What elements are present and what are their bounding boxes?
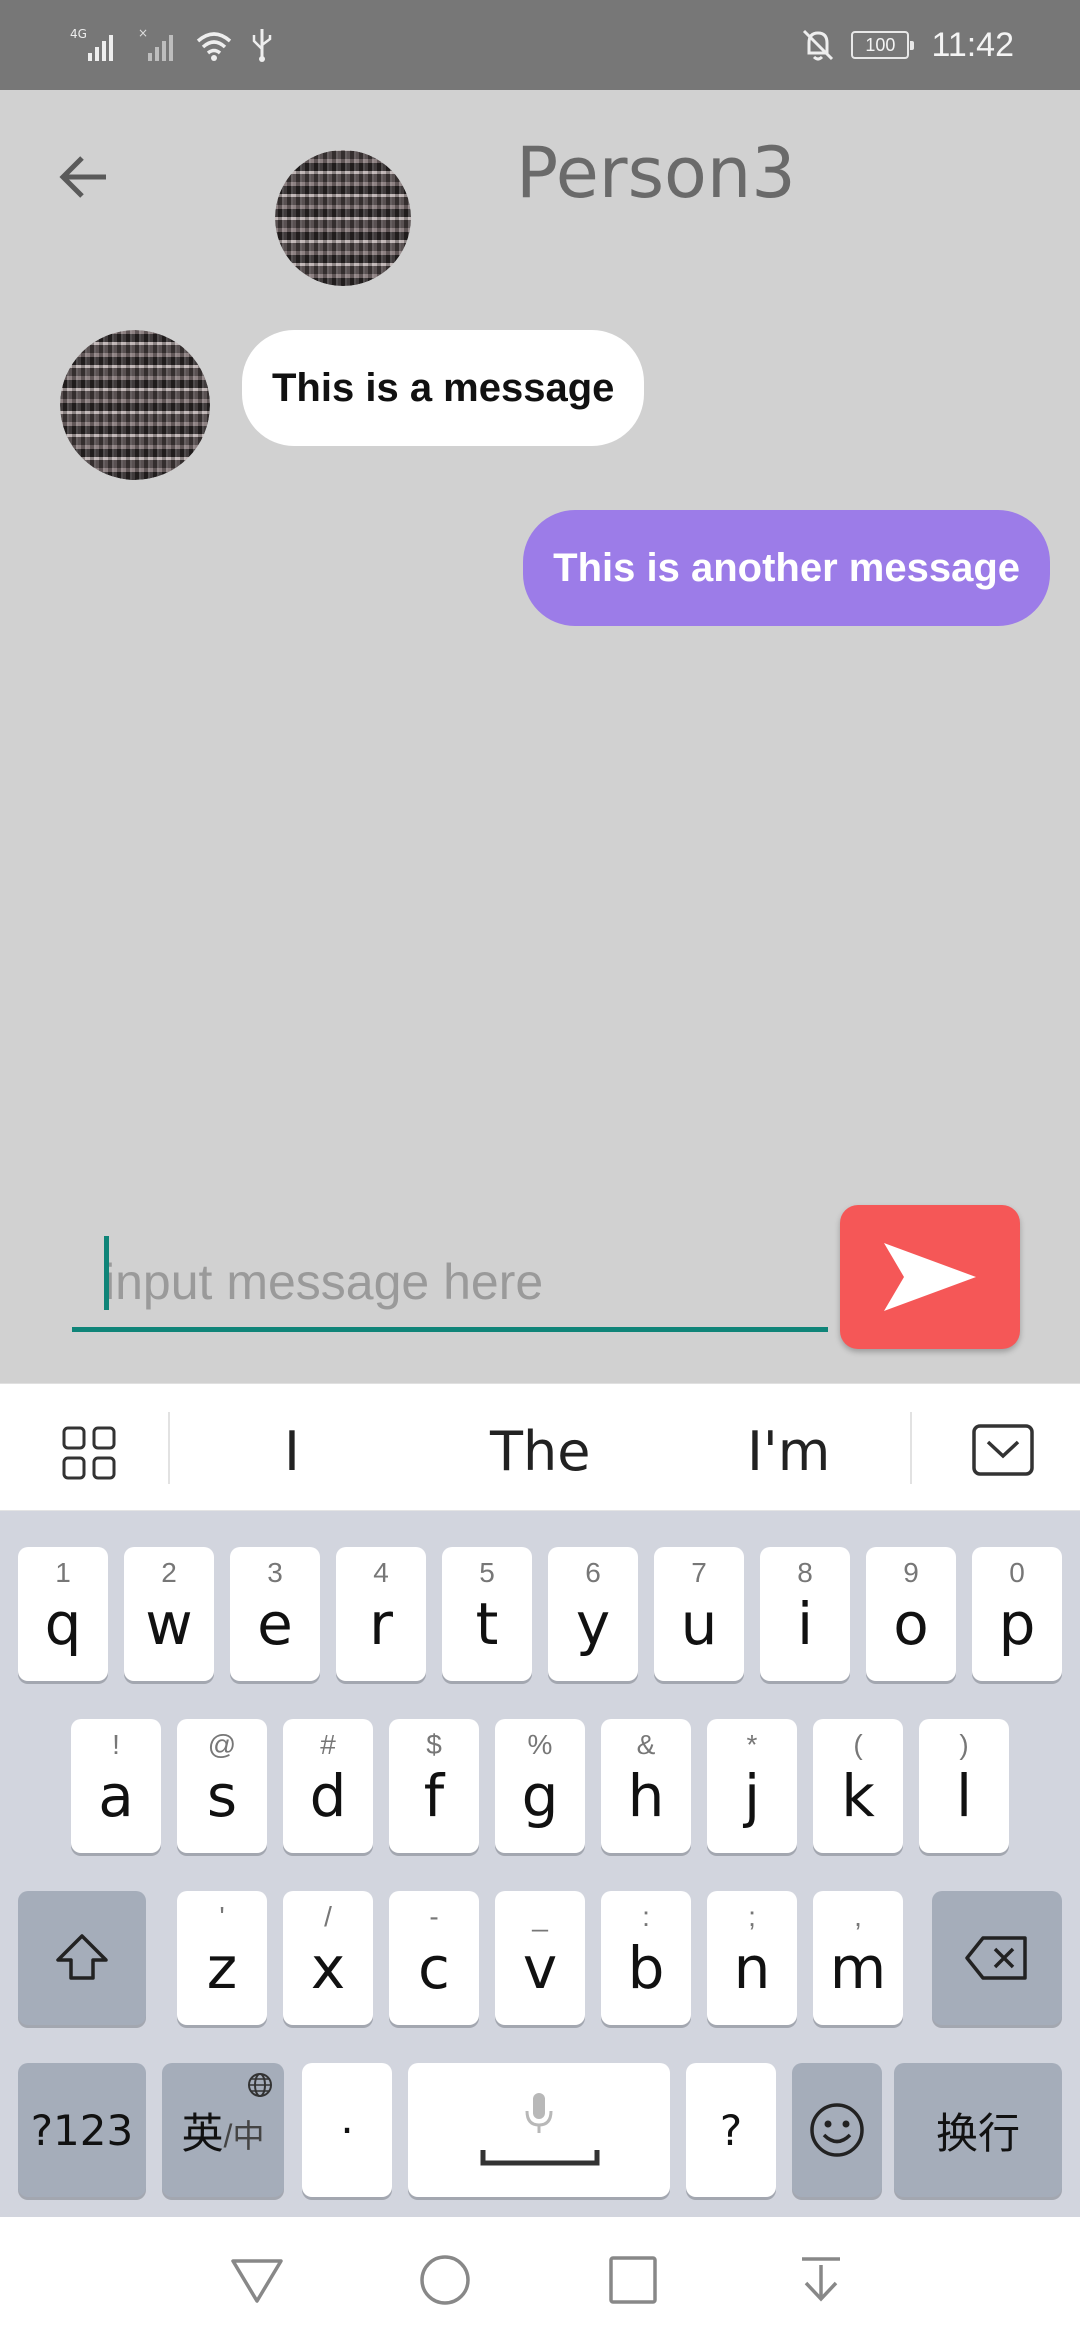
globe-icon xyxy=(248,2073,272,2097)
svg-text:4G: 4G xyxy=(70,27,87,41)
nav-home-icon[interactable] xyxy=(416,2251,474,2309)
key-m[interactable]: ,m xyxy=(813,1891,903,2025)
key-e[interactable]: 3e xyxy=(230,1547,320,1681)
key-f[interactable]: $ f xyxy=(389,1719,479,1853)
key-u[interactable]: 7u xyxy=(654,1547,744,1681)
status-left: 4G × xyxy=(70,25,274,65)
sender-avatar[interactable] xyxy=(60,330,210,480)
language-sub-label: /中 xyxy=(223,2118,265,2154)
key-s[interactable]: @ s xyxy=(177,1719,267,1853)
suggestion-word[interactable]: The xyxy=(490,1420,590,1483)
key-w[interactable]: 2w xyxy=(124,1547,214,1681)
key-d[interactable]: # d xyxy=(283,1719,373,1853)
emoji-key[interactable] xyxy=(792,2063,882,2197)
send-icon xyxy=(884,1243,976,1311)
key-r[interactable]: 4r xyxy=(336,1547,426,1681)
status-bar: 4G × 100 11:42 xyxy=(0,0,1080,90)
key-x[interactable]: / x xyxy=(283,1891,373,2025)
shift-key[interactable] xyxy=(18,1891,146,2025)
composer xyxy=(0,1200,1080,1382)
key-o[interactable]: 9o xyxy=(866,1547,956,1681)
key-i[interactable]: 8i xyxy=(760,1547,850,1681)
suggestion-word[interactable]: I'm xyxy=(747,1420,830,1483)
avatar-image xyxy=(275,150,411,286)
contact-name: Person3 xyxy=(516,132,796,214)
nav-back-icon[interactable] xyxy=(228,2251,286,2309)
key-v[interactable]: _ v xyxy=(495,1891,585,2025)
key-n[interactable]: ; n xyxy=(707,1891,797,2025)
suggestion-divider xyxy=(910,1412,912,1484)
key-b[interactable]: :b xyxy=(601,1891,691,2025)
notifications-off-icon xyxy=(803,29,834,61)
wifi-icon xyxy=(196,32,232,61)
key-z[interactable]: ' z xyxy=(177,1891,267,2025)
send-button[interactable] xyxy=(840,1205,1020,1349)
shift-icon xyxy=(56,1934,108,1980)
key-k[interactable]: (k xyxy=(813,1719,903,1853)
key-j[interactable]: * j xyxy=(707,1719,797,1853)
suggestion-divider xyxy=(168,1412,170,1484)
nav-notification-pulldown-icon[interactable] xyxy=(792,2251,850,2309)
key-c[interactable]: -c xyxy=(389,1891,479,2025)
key-a[interactable]: ! a xyxy=(71,1719,161,1853)
contact-avatar[interactable] xyxy=(275,150,411,286)
dot-key[interactable]: · xyxy=(302,2063,392,2197)
soft-keyboard: 1q 2w 3e 4r 5t 6y 7u 8i 9o 0p ! a @ s # d $… xyxy=(0,1511,1080,2217)
back-button[interactable] xyxy=(52,145,116,209)
arrow-back-icon xyxy=(59,156,106,198)
space-bar-icon xyxy=(480,2150,600,2166)
cellular-signal-2-icon: × xyxy=(138,26,173,61)
nav-recents-icon[interactable] xyxy=(604,2251,662,2309)
suggestion-word[interactable]: I xyxy=(284,1420,300,1483)
status-time: 11:42 xyxy=(931,25,1014,64)
usb-icon xyxy=(252,29,272,62)
symbols-key[interactable]: ?123 xyxy=(18,2063,146,2197)
key-l[interactable]: ) l xyxy=(919,1719,1009,1853)
backspace-icon xyxy=(965,1936,1027,1980)
key-p[interactable]: 0p xyxy=(972,1547,1062,1681)
suggestion-bar: I The I'm xyxy=(0,1383,1080,1511)
chat-header: Person3 xyxy=(0,90,1080,290)
key-h[interactable]: & h xyxy=(601,1719,691,1853)
chat-screen: 4G × 100 11:42 Person3 This is a message… xyxy=(0,0,1080,2340)
incoming-message-row: This is a message xyxy=(60,330,645,480)
language-switch-key[interactable]: 英/中 xyxy=(162,2063,284,2197)
microphone-icon xyxy=(525,2093,553,2133)
status-right: 100 11:42 xyxy=(801,26,1014,65)
key-t[interactable]: 5t xyxy=(442,1547,532,1681)
space-key[interactable] xyxy=(408,2063,670,2197)
backspace-key[interactable] xyxy=(932,1891,1062,2025)
key-y[interactable]: 6y xyxy=(548,1547,638,1681)
apps-grid-icon[interactable] xyxy=(62,1426,116,1480)
enter-key[interactable]: 换行 xyxy=(894,2063,1062,2197)
keyboard-hide-icon[interactable] xyxy=(972,1424,1034,1476)
avatar-image xyxy=(60,330,210,480)
outgoing-message-bubble[interactable]: This is another message xyxy=(523,510,1050,626)
key-g[interactable]: % g xyxy=(495,1719,585,1853)
svg-text:×: × xyxy=(138,26,148,40)
battery-indicator: 100 xyxy=(851,31,915,59)
system-navigation-bar xyxy=(0,2217,1080,2340)
question-key[interactable]: ? xyxy=(686,2063,776,2197)
key-q[interactable]: 1q xyxy=(18,1547,108,1681)
emoji-icon xyxy=(810,2103,864,2157)
message-input[interactable] xyxy=(72,1236,828,1332)
text-cursor xyxy=(104,1236,109,1310)
cellular-signal-icon: 4G xyxy=(70,27,113,61)
incoming-message-bubble[interactable]: This is a message xyxy=(242,330,645,446)
